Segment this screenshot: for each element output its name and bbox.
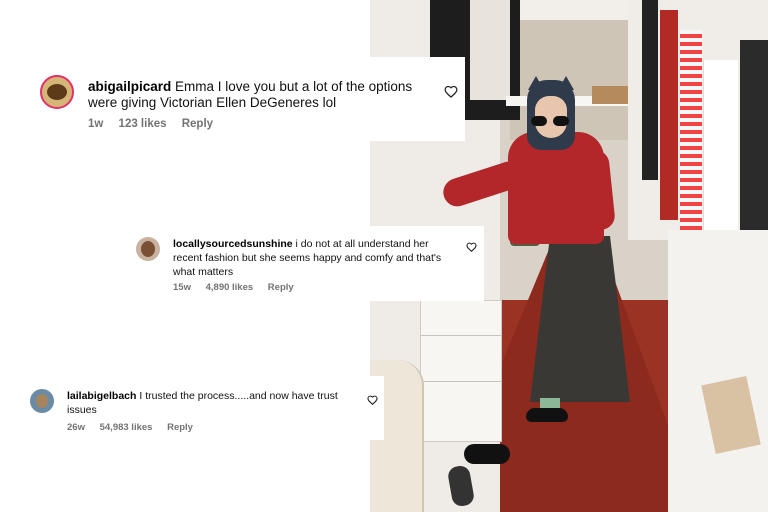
comment-age: 1w [88, 118, 104, 130]
comment-text-block: locallysourcedsunshine i do not at all u… [173, 237, 459, 279]
comment-meta: 26w 54,983 likes Reply [67, 422, 205, 433]
comment-username[interactable]: locallysourcedsunshine [173, 238, 293, 250]
reply-button[interactable]: Reply [182, 118, 213, 130]
heart-icon[interactable] [367, 395, 378, 405]
comment-likes[interactable]: 54,983 likes [100, 422, 153, 433]
comment-username[interactable]: abigailpicard [88, 79, 171, 94]
comment-age: 26w [67, 422, 85, 433]
comment-meta: 1w 123 likes Reply [88, 118, 225, 130]
comment-card: abigailpicard Emma I love you but a lot … [0, 57, 465, 141]
comment-text-block: lailabigelbach I trusted the process....… [67, 389, 357, 417]
comment-text-block: abigailpicard Emma I love you but a lot … [88, 79, 433, 111]
reply-button[interactable]: Reply [268, 282, 294, 293]
comment-card: lailabigelbach I trusted the process....… [0, 376, 384, 440]
shoe-on-floor [464, 444, 510, 464]
reply-button[interactable]: Reply [167, 422, 193, 433]
comment-username[interactable]: lailabigelbach [67, 390, 136, 402]
sunglasses [531, 116, 571, 126]
comment-age: 15w [173, 282, 191, 293]
avatar[interactable] [136, 237, 160, 261]
garment-striped [680, 30, 702, 230]
hanging-shirt-left [470, 0, 510, 100]
drawer-stack-right [668, 230, 768, 512]
shelf-box [592, 86, 628, 104]
comment-card: locallysourcedsunshine i do not at all u… [120, 226, 484, 301]
avatar[interactable] [30, 389, 54, 413]
drawer-stack-left [420, 300, 502, 442]
heart-icon[interactable] [444, 85, 458, 98]
heart-icon[interactable] [466, 242, 477, 252]
comment-meta: 15w 4,890 likes Reply [173, 282, 306, 293]
black-shoe [526, 408, 568, 422]
comment-likes[interactable]: 4,890 likes [206, 282, 254, 293]
garment-red [660, 10, 678, 220]
garment-black [642, 0, 658, 180]
comment-likes[interactable]: 123 likes [119, 118, 167, 130]
avatar[interactable] [40, 75, 74, 109]
